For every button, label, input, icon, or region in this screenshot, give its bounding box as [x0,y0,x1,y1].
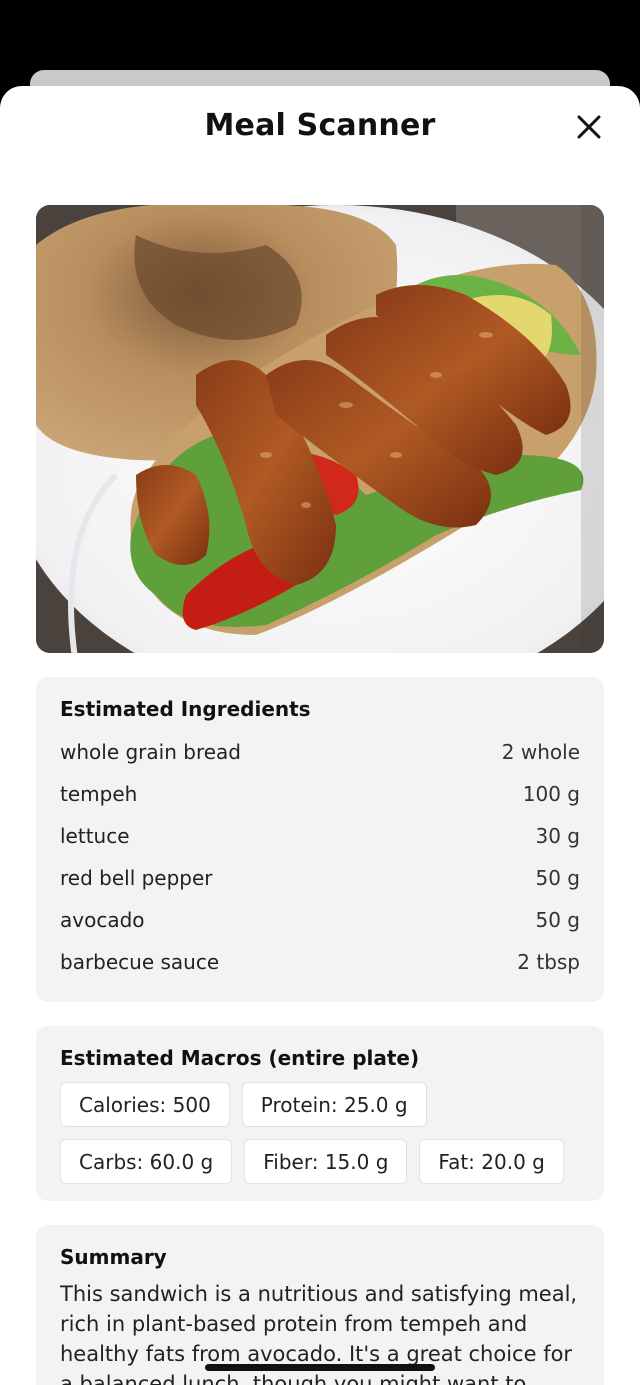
meal-photo [36,205,604,653]
summary-card: Summary This sandwich is a nutritious an… [36,1225,604,1385]
list-item: barbecue sauce 2 tbsp [60,941,580,983]
ingredient-quantity: 50 g [535,866,580,890]
list-item: red bell pepper 50 g [60,857,580,899]
summary-heading: Summary [60,1245,167,1269]
home-indicator[interactable] [205,1364,435,1371]
sheet-header: Meal Scanner [0,86,640,170]
list-item: lettuce 30 g [60,815,580,857]
ingredient-name: lettuce [60,824,130,848]
macros-card: Estimated Macros (entire plate) Calories… [36,1026,604,1201]
ingredient-quantity: 2 whole [501,740,580,764]
ingredient-name: tempeh [60,782,138,806]
calories-chip: Calories: 500 [60,1082,230,1127]
ingredient-name: barbecue sauce [60,950,220,974]
ingredients-list: whole grain bread 2 whole tempeh 100 g l… [36,721,604,983]
carbs-chip: Carbs: 60.0 g [60,1139,233,1184]
meal-scanner-sheet: Meal Scanner Estimated Ingredients whole… [0,86,640,1385]
ingredients-card: Estimated Ingredients whole grain bread … [36,677,604,1002]
ingredient-quantity: 30 g [535,824,580,848]
ingredients-heading: Estimated Ingredients [60,697,311,721]
ingredient-name: red bell pepper [60,866,213,890]
fiber-chip: Fiber: 15.0 g [244,1139,408,1184]
list-item: tempeh 100 g [60,773,580,815]
protein-chip: Protein: 25.0 g [241,1082,427,1127]
macros-grid: Calories: 500 Protein: 25.0 g Carbs: 60.… [36,1070,604,1184]
ingredient-quantity: 100 g [522,782,580,806]
ingredient-quantity: 50 g [535,908,580,932]
list-item: whole grain bread 2 whole [60,731,580,773]
macros-heading: Estimated Macros (entire plate) [60,1046,420,1070]
ingredient-quantity: 2 tbsp [517,950,580,974]
ingredient-name: whole grain bread [60,740,241,764]
close-button[interactable] [576,114,602,140]
page-title: Meal Scanner [204,108,436,143]
fat-chip: Fat: 20.0 g [419,1139,564,1184]
close-icon [576,114,602,140]
list-item: avocado 50 g [60,899,580,941]
ingredient-name: avocado [60,908,145,932]
